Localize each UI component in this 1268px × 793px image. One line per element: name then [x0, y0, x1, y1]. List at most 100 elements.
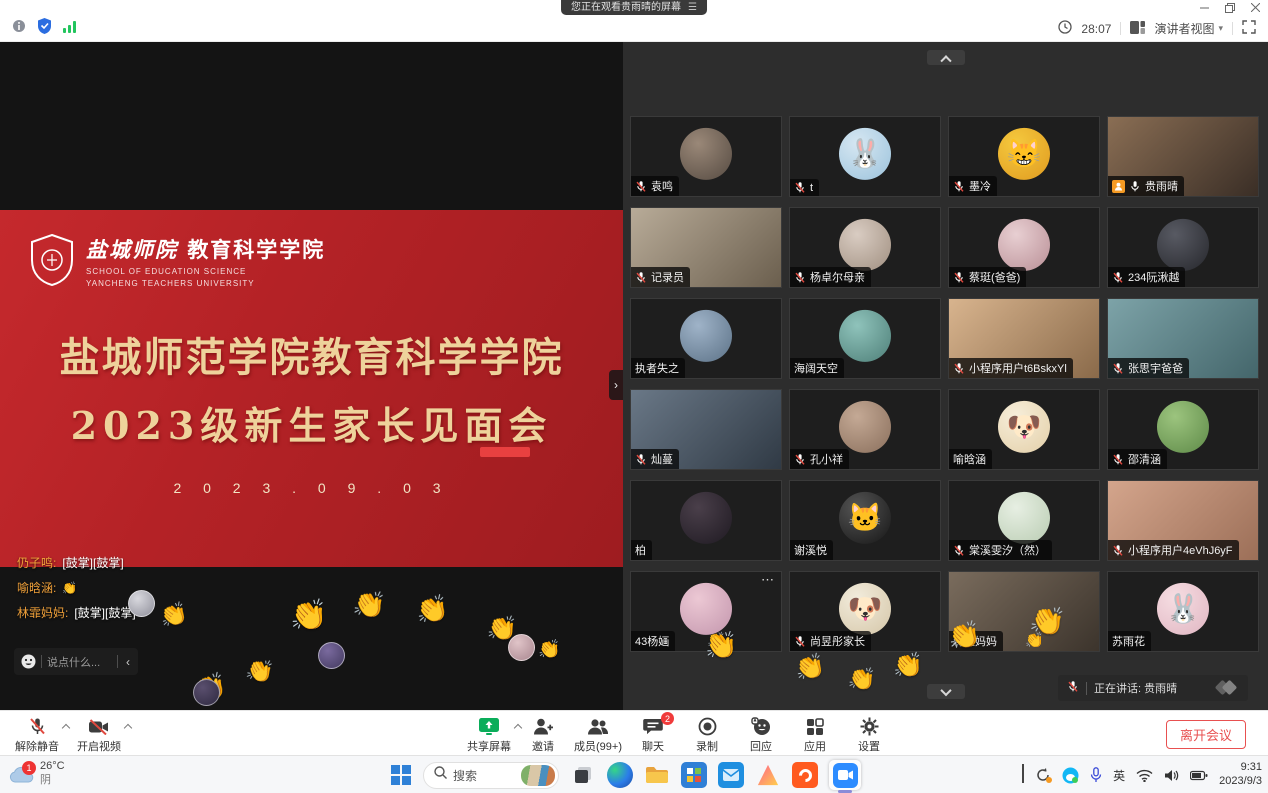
- shared-screen-pane: 盐城师院 教育科学学院 SCHOOL OF EDUCATION SCIENCE …: [0, 42, 623, 710]
- banner-menu-icon[interactable]: ☰: [688, 0, 697, 15]
- participant-tile[interactable]: 🐱谢溪悦: [789, 480, 941, 561]
- participant-tile[interactable]: 海阔天空: [789, 298, 941, 379]
- participant-tile[interactable]: 蔡珽(爸爸): [948, 207, 1100, 288]
- collapse-grid-button[interactable]: [927, 50, 965, 65]
- muted-mic-icon: [635, 271, 647, 284]
- divider: [1120, 22, 1121, 35]
- wifi-icon[interactable]: [1136, 769, 1153, 782]
- minimize-button[interactable]: [1200, 3, 1209, 12]
- tencent-meeting-taskbar-icon[interactable]: [829, 760, 861, 790]
- panel-expand-arrow[interactable]: ›: [609, 370, 623, 400]
- update-sync-icon[interactable]: [1035, 767, 1051, 783]
- participant-name-pill: 柏: [631, 540, 652, 560]
- volume-icon[interactable]: [1164, 769, 1179, 782]
- participant-tile[interactable]: 😸墨冷: [948, 116, 1100, 197]
- participant-tile[interactable]: 记录员: [630, 207, 782, 288]
- tile-more-menu[interactable]: ⋯: [761, 572, 775, 588]
- close-button[interactable]: [1251, 3, 1260, 12]
- taskbar-date: 2023/9/3: [1219, 775, 1262, 789]
- collapse-chat-button[interactable]: ‹: [118, 655, 138, 669]
- mic-options-caret[interactable]: [62, 724, 70, 732]
- participant-tile[interactable]: 小程序用户4eVhJ6yF: [1107, 480, 1259, 561]
- invite-button[interactable]: 邀请: [520, 716, 566, 754]
- chat-button[interactable]: 聊天2: [630, 716, 676, 754]
- share-button[interactable]: 共享屏幕: [466, 716, 512, 754]
- chat-input-bar[interactable]: 说点什么... ‹: [14, 648, 138, 675]
- taskbar-weather-widget[interactable]: 1 26°C 阴: [8, 760, 65, 788]
- participant-name: t: [810, 182, 813, 194]
- tray-expand-icon[interactable]: [1022, 766, 1024, 784]
- participant-avatar: [839, 309, 891, 361]
- participant-tile[interactable]: 张思宇爸爸: [1107, 298, 1259, 379]
- start-video-button[interactable]: 开启视频: [76, 716, 122, 754]
- participant-tile[interactable]: 孔小祥: [789, 389, 941, 470]
- task-view-icon[interactable]: [570, 762, 596, 788]
- chat-sender: 喻晗涵:: [17, 579, 56, 596]
- edge-browser-icon[interactable]: [607, 762, 633, 788]
- participant-tile[interactable]: 🐶喻晗涵: [948, 389, 1100, 470]
- participant-name-pill: 邵清涵: [1108, 449, 1167, 469]
- photo-editor-app-icon[interactable]: [755, 762, 781, 788]
- apps-button[interactable]: 应用: [792, 716, 838, 754]
- network-signal-icon[interactable]: [63, 20, 77, 38]
- emoji-button[interactable]: [14, 654, 41, 669]
- mail-icon[interactable]: [718, 762, 744, 788]
- search-highlight-thumbnail[interactable]: [521, 765, 555, 786]
- participant-tile[interactable]: 邵清涵: [1107, 389, 1259, 470]
- unmute-button[interactable]: 解除静音: [14, 716, 60, 754]
- start-button[interactable]: [390, 764, 412, 786]
- chat-unread-badge: 2: [661, 712, 674, 725]
- meeting-info-icon[interactable]: [12, 19, 26, 38]
- participant-tile[interactable]: 🐰苏雨花: [1107, 571, 1259, 652]
- input-method-indicator[interactable]: 英: [1113, 767, 1125, 784]
- view-mode-selector[interactable]: 演讲者视图 ▾: [1154, 20, 1223, 37]
- participant-name: 小程序用户4eVhJ6yF: [1128, 542, 1233, 558]
- qq-tray-icon[interactable]: [1062, 767, 1079, 784]
- participant-name: 尚昱彤家长: [810, 633, 865, 649]
- presenter-badge-icon: [1112, 180, 1125, 193]
- taskbar-search[interactable]: 搜索: [423, 762, 559, 789]
- participant-tile[interactable]: 43杨婳👏⋯: [630, 571, 782, 652]
- presentation-slide: 盐城师院 教育科学学院 SCHOOL OF EDUCATION SCIENCE …: [0, 210, 623, 567]
- settings-button[interactable]: 设置: [846, 716, 892, 754]
- participant-name-pill: 棠溪雯汐（然）: [949, 540, 1052, 560]
- participant-tile[interactable]: 234阮湫越: [1107, 207, 1259, 288]
- participant-tile[interactable]: 棠溪雯汐（然）: [948, 480, 1100, 561]
- slide-title-line1: 盐城师范学院教育科学学院: [0, 325, 623, 383]
- microsoft-store-icon[interactable]: [681, 762, 707, 788]
- participant-tile[interactable]: 袁鸣: [630, 116, 782, 197]
- expand-grid-button[interactable]: [927, 684, 965, 699]
- security-shield-icon[interactable]: [37, 18, 52, 39]
- participant-name-pill: 234阮湫越: [1108, 267, 1185, 287]
- participant-tile[interactable]: 🐰t: [789, 116, 941, 197]
- meeting-app-window: 您正在观看贵雨晴的屏幕 ☰ 28:07 演讲者视图 ▾: [0, 0, 1268, 793]
- fullscreen-icon[interactable]: [1242, 20, 1256, 37]
- video-app-icon[interactable]: [792, 762, 818, 788]
- weather-alert-badge: 1: [22, 761, 36, 775]
- participant-tile[interactable]: 🐶尚昱彤家长: [789, 571, 941, 652]
- battery-icon[interactable]: [1190, 770, 1208, 781]
- chat-message-input[interactable]: 说点什么...: [42, 654, 117, 670]
- taskbar-clock[interactable]: 9:31 2023/9/3: [1219, 761, 1262, 789]
- leave-meeting-button[interactable]: 离开会议: [1166, 720, 1246, 749]
- participant-name: 谢溪悦: [794, 542, 827, 558]
- participant-tile[interactable]: 蒋钰妈妈👏: [948, 571, 1100, 652]
- react-button[interactable]: 回应: [738, 716, 784, 754]
- apps-icon: [806, 716, 824, 737]
- invite-icon: [533, 716, 553, 737]
- file-explorer-icon[interactable]: [644, 762, 670, 788]
- video-options-caret[interactable]: [124, 724, 132, 732]
- participant-tile[interactable]: 灿蔓: [630, 389, 782, 470]
- participant-tile[interactable]: 执者失之: [630, 298, 782, 379]
- participant-tile[interactable]: 贵雨晴: [1107, 116, 1259, 197]
- divider: [1086, 682, 1087, 695]
- participant-tile[interactable]: 杨卓尔母亲: [789, 207, 941, 288]
- record-button[interactable]: 录制: [684, 716, 730, 754]
- participant-tile[interactable]: 小程序用户t6BskxYl: [948, 298, 1100, 379]
- participant-name: 灿蔓: [651, 451, 673, 467]
- participant-tile[interactable]: 柏: [630, 480, 782, 561]
- screen-watch-banner[interactable]: 您正在观看贵雨晴的屏幕 ☰: [561, 0, 707, 15]
- mic-tray-icon[interactable]: [1090, 767, 1102, 783]
- members-button[interactable]: 成员(99+): [574, 716, 622, 754]
- restore-button[interactable]: [1225, 3, 1235, 13]
